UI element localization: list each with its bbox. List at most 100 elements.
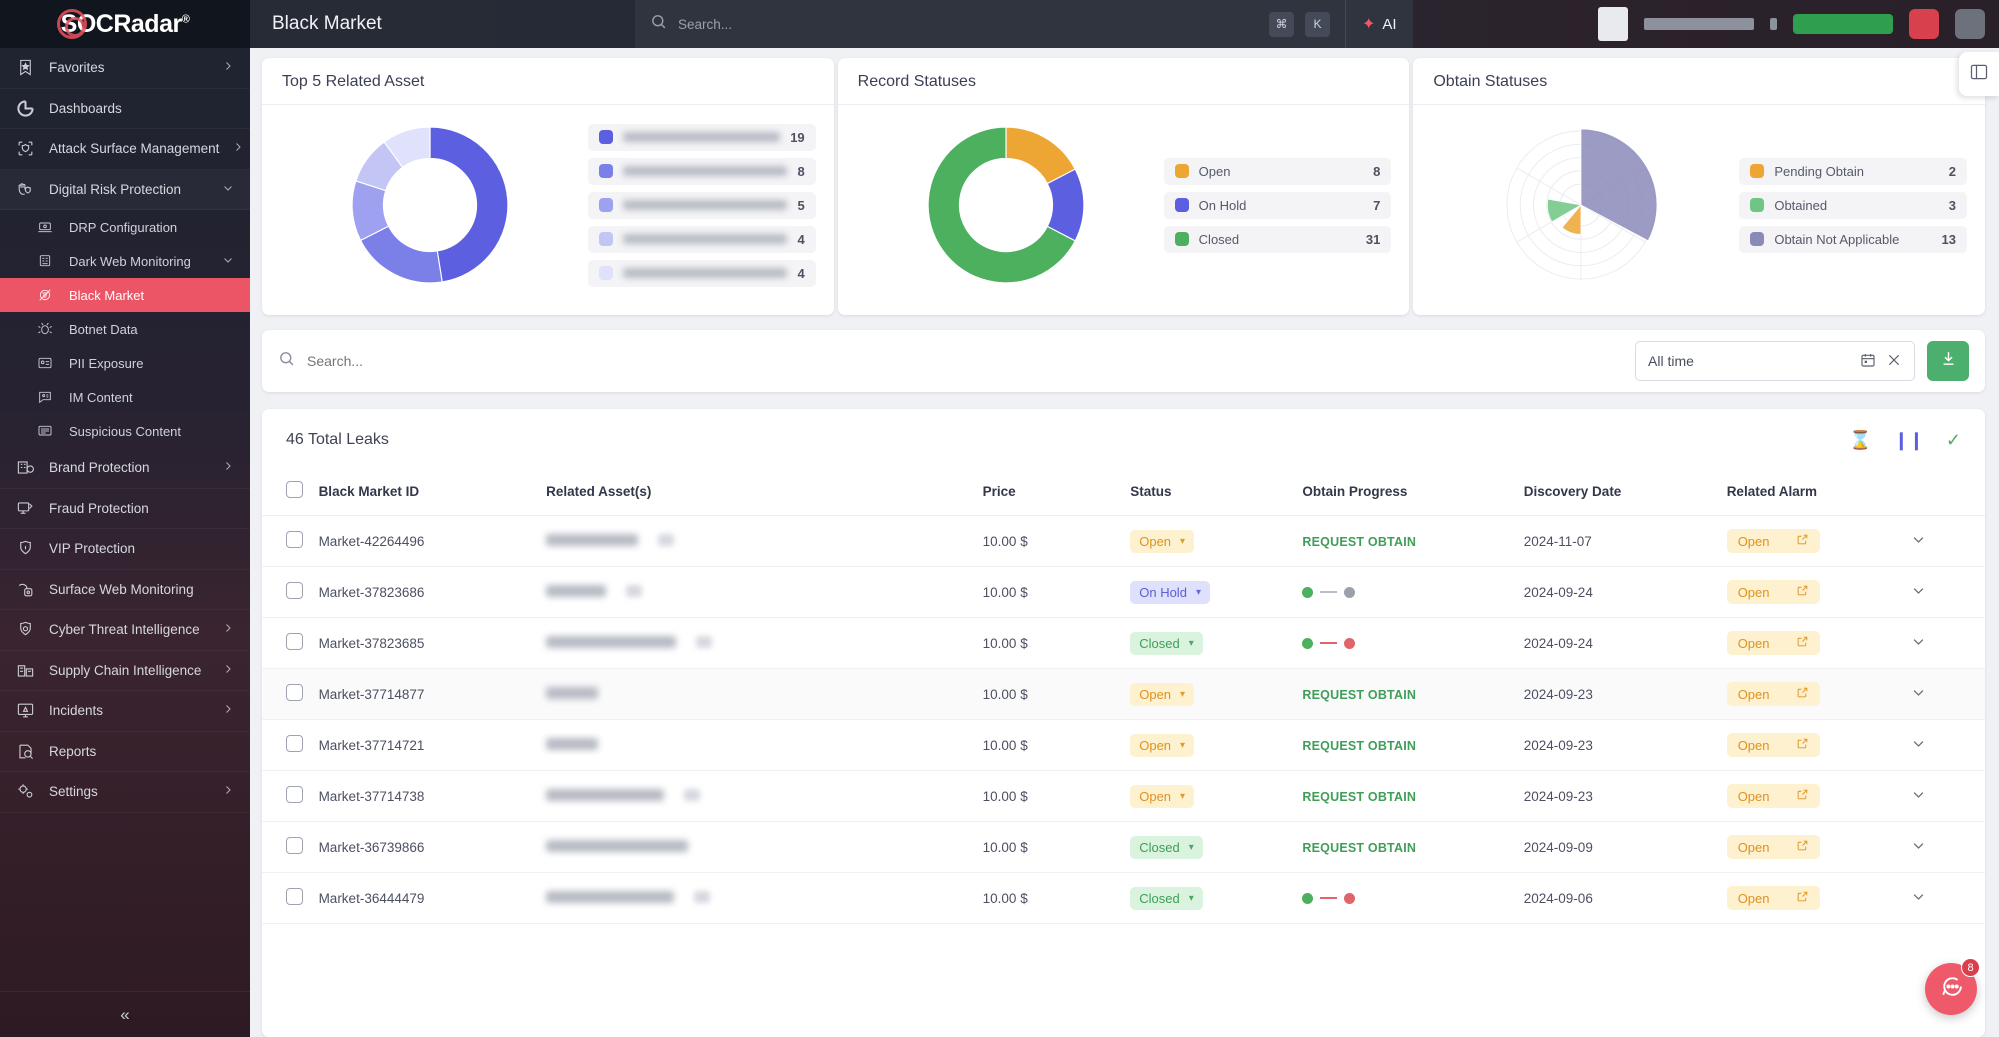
sidebar-item-drp-configuration[interactable]: DRP Configuration bbox=[0, 210, 250, 244]
sidebar-item-attack-surface-management[interactable]: Attack Surface Management bbox=[0, 129, 250, 170]
col-obtain-progress[interactable]: Obtain Progress bbox=[1302, 471, 1524, 516]
related-alarm-link[interactable]: Open bbox=[1726, 835, 1820, 859]
row-expand-button[interactable] bbox=[1911, 719, 1985, 771]
sidebar-item-brand-protection[interactable]: Brand Protection bbox=[0, 448, 250, 489]
col-discovery-date[interactable]: Discovery Date bbox=[1523, 471, 1727, 516]
sidebar-item-supply-chain-intelligence[interactable]: Supply Chain Intelligence bbox=[0, 651, 250, 691]
related-alarm-link[interactable]: Open bbox=[1726, 886, 1820, 910]
legend-item[interactable]: 5 bbox=[588, 191, 816, 219]
row-checkbox[interactable] bbox=[286, 786, 303, 803]
select-all-checkbox[interactable] bbox=[286, 481, 303, 498]
legend-item[interactable]: On Hold 7 bbox=[1163, 191, 1392, 219]
calendar-icon[interactable] bbox=[1860, 352, 1876, 371]
sidebar-item-vip-protection[interactable]: VIP Protection bbox=[0, 529, 250, 570]
related-alarm-link[interactable]: Open bbox=[1726, 529, 1820, 553]
sidebar-item-incidents[interactable]: Incidents bbox=[0, 691, 250, 732]
pause-icon[interactable]: ❙❙ bbox=[1894, 431, 1924, 449]
notifications-bell-icon[interactable] bbox=[1909, 9, 1939, 39]
sidebar-item-black-market[interactable]: Black Market bbox=[0, 278, 250, 312]
date-range-picker[interactable]: All time bbox=[1635, 341, 1915, 381]
sidebar-item-settings[interactable]: Settings bbox=[0, 772, 250, 813]
account-icon[interactable] bbox=[1955, 9, 1985, 39]
col-related-alarm[interactable]: Related Alarm bbox=[1726, 471, 1912, 516]
status-dropdown[interactable]: Open ▾ bbox=[1130, 733, 1195, 757]
sidebar-item-cyber-threat-intelligence[interactable]: Cyber Threat Intelligence bbox=[0, 610, 250, 651]
row-expand-button[interactable] bbox=[1911, 821, 1985, 873]
check-icon[interactable]: ✓ bbox=[1946, 431, 1961, 449]
request-obtain-button[interactable]: REQUEST OBTAIN bbox=[1302, 739, 1416, 753]
search-input[interactable] bbox=[307, 353, 1623, 369]
legend-item[interactable]: Closed 31 bbox=[1163, 225, 1392, 253]
row-expand-button[interactable] bbox=[1911, 770, 1985, 822]
related-alarm-link[interactable]: Open bbox=[1726, 733, 1820, 757]
table-row[interactable]: Market-36739866 10.00 $ Closed ▾ REQUEST OBT… bbox=[262, 821, 1985, 873]
table-search[interactable] bbox=[278, 350, 1623, 372]
col-related-assets[interactable]: Related Asset(s) bbox=[546, 471, 983, 516]
row-expand-button[interactable] bbox=[1911, 617, 1985, 669]
sidebar-collapse-button[interactable]: « bbox=[0, 991, 250, 1037]
status-dropdown[interactable]: Open ▾ bbox=[1130, 784, 1195, 808]
sidebar-item-dashboards[interactable]: Dashboards bbox=[0, 89, 250, 129]
row-expand-button[interactable] bbox=[1911, 566, 1985, 618]
row-checkbox[interactable] bbox=[286, 582, 303, 599]
col-status[interactable]: Status bbox=[1130, 471, 1303, 516]
close-icon[interactable] bbox=[1886, 352, 1902, 371]
legend-item[interactable]: Open 8 bbox=[1163, 157, 1392, 185]
request-obtain-button[interactable]: REQUEST OBTAIN bbox=[1302, 535, 1416, 549]
col-price[interactable]: Price bbox=[982, 471, 1131, 516]
sidebar-item-im-content[interactable]: IM Content bbox=[0, 380, 250, 414]
sidebar-item-pii-exposure[interactable]: PII Exposure bbox=[0, 346, 250, 380]
legend-item[interactable]: Obtained 3 bbox=[1739, 191, 1968, 219]
table-row[interactable]: Market-37714721 10.00 $ Open ▾ REQUEST OBTAI… bbox=[262, 719, 1985, 771]
row-checkbox[interactable] bbox=[286, 837, 303, 854]
status-dropdown[interactable]: Closed ▾ bbox=[1130, 835, 1203, 859]
row-checkbox[interactable] bbox=[286, 888, 303, 905]
legend-item[interactable]: 19 bbox=[588, 123, 816, 151]
row-expand-button[interactable] bbox=[1911, 872, 1985, 924]
status-dropdown[interactable]: On Hold ▾ bbox=[1130, 580, 1210, 604]
table-row[interactable]: Market-37714738 10.00 $ Open ▾ REQUEST OBTAI… bbox=[262, 770, 1985, 822]
global-search[interactable]: Search... ⌘ K bbox=[635, 0, 1345, 48]
request-obtain-button[interactable]: REQUEST OBTAIN bbox=[1302, 790, 1416, 804]
request-obtain-button[interactable]: REQUEST OBTAIN bbox=[1302, 841, 1416, 855]
ai-button[interactable]: ✦ AI bbox=[1345, 0, 1413, 48]
sidebar-item-dark-web-monitoring[interactable]: Dark Web Monitoring bbox=[0, 244, 250, 278]
status-dropdown[interactable]: Open ▾ bbox=[1130, 682, 1195, 706]
row-expand-button[interactable] bbox=[1911, 515, 1985, 567]
row-checkbox[interactable] bbox=[286, 633, 303, 650]
row-checkbox[interactable] bbox=[286, 735, 303, 752]
row-checkbox[interactable] bbox=[286, 531, 303, 548]
status-dropdown[interactable]: Open ▾ bbox=[1130, 529, 1195, 553]
request-obtain-button[interactable]: REQUEST OBTAIN bbox=[1302, 688, 1416, 702]
sidebar-item-suspicious-content[interactable]: Suspicious Content bbox=[0, 414, 250, 448]
legend-item[interactable]: 4 bbox=[588, 259, 816, 287]
related-alarm-link[interactable]: Open bbox=[1726, 784, 1820, 808]
legend-item[interactable]: Pending Obtain 2 bbox=[1739, 157, 1968, 185]
sidebar-item-surface-web-monitoring[interactable]: Surface Web Monitoring bbox=[0, 570, 250, 610]
related-alarm-link[interactable]: Open bbox=[1726, 682, 1820, 706]
pending-hourglass-icon[interactable]: ⌛ bbox=[1849, 431, 1871, 449]
download-button[interactable] bbox=[1927, 341, 1969, 381]
related-alarm-link[interactable]: Open bbox=[1726, 631, 1820, 655]
related-alarm-link[interactable]: Open bbox=[1726, 580, 1820, 604]
status-dropdown[interactable]: Closed ▾ bbox=[1130, 886, 1203, 910]
table-row[interactable]: Market-42264496 10.00 $ Open ▾ REQUEST OBTAI… bbox=[262, 515, 1985, 567]
sidebar-item-favorites[interactable]: Favorites bbox=[0, 48, 250, 89]
company-avatar[interactable] bbox=[1598, 7, 1628, 41]
chat-support-button[interactable]: 8 bbox=[1925, 958, 1980, 1015]
legend-item[interactable]: Obtain Not Applicable 13 bbox=[1739, 225, 1968, 253]
row-expand-button[interactable] bbox=[1911, 668, 1985, 720]
user-menu-chevron[interactable] bbox=[1770, 18, 1777, 30]
col-black-market-id[interactable]: Black Market ID bbox=[318, 471, 547, 516]
table-row[interactable]: Market-37823686 10.00 $ On Hold ▾ 2024-09-24… bbox=[262, 566, 1985, 618]
sidebar-item-fraud-protection[interactable]: Fraud Protection bbox=[0, 489, 250, 529]
side-panel-toggle[interactable] bbox=[1959, 52, 1999, 96]
table-row[interactable]: Market-36444479 10.00 $ Closed ▾ 2024-09-06 O… bbox=[262, 872, 1985, 924]
sidebar-item-botnet-data[interactable]: Botnet Data bbox=[0, 312, 250, 346]
sidebar-item-reports[interactable]: Reports bbox=[0, 732, 250, 772]
status-dropdown[interactable]: Closed ▾ bbox=[1130, 631, 1203, 655]
legend-item[interactable]: 8 bbox=[588, 157, 816, 185]
row-checkbox[interactable] bbox=[286, 684, 303, 701]
sidebar-item-digital-risk-protection[interactable]: Digital Risk Protection bbox=[0, 170, 250, 210]
legend-item[interactable]: 4 bbox=[588, 225, 816, 253]
